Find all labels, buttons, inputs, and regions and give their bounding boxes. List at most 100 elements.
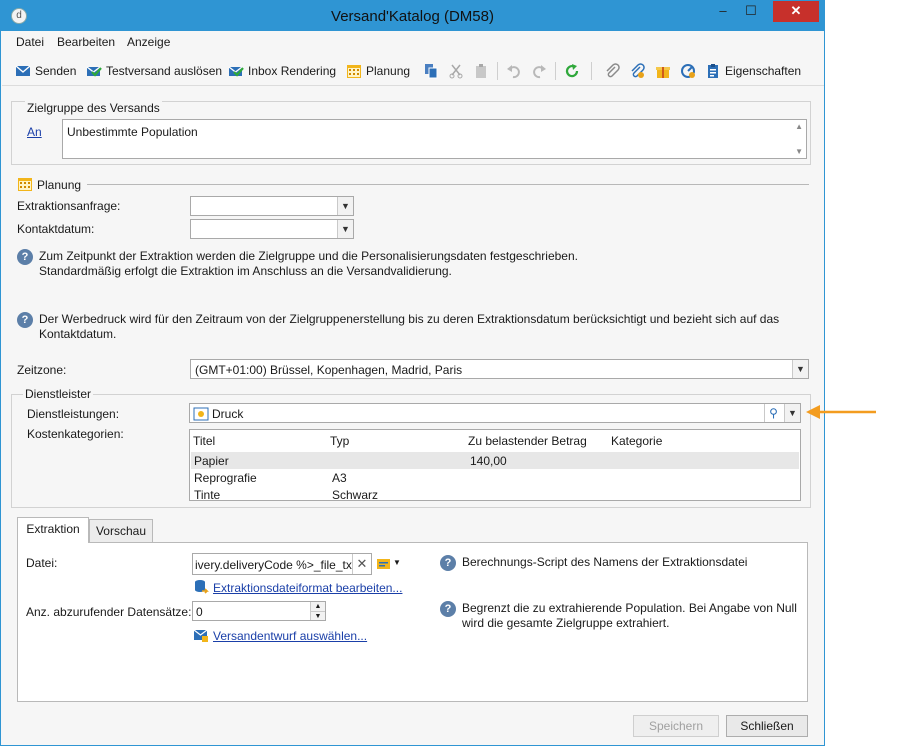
minimize-button[interactable]: –	[709, 1, 737, 22]
column-header-amount[interactable]: Zu belastender Betrag	[468, 434, 587, 448]
undo-button[interactable]	[506, 62, 526, 80]
clipboard-icon	[473, 63, 489, 79]
scroll-up-icon[interactable]: ▲	[795, 122, 803, 131]
refresh-button[interactable]	[564, 62, 584, 80]
clipboard-properties-icon	[705, 63, 721, 79]
planning-divider	[87, 184, 809, 185]
chevron-down-icon[interactable]: ▼	[337, 197, 353, 215]
tab-preview[interactable]: Vorschau	[89, 519, 153, 543]
contact-date-label: Kontaktdatum:	[17, 222, 95, 236]
menu-datei[interactable]: Datei	[16, 35, 44, 49]
spin-down-icon[interactable]: ▼	[310, 611, 325, 620]
timezone-combo[interactable]: (GMT+01:00) Brüssel, Kopenhagen, Madrid,…	[190, 359, 809, 379]
links-button[interactable]	[629, 62, 649, 80]
chevron-down-icon[interactable]: ▼	[792, 360, 808, 378]
expression-editor-icon[interactable]	[376, 556, 392, 572]
file-name-value: ivery.deliveryCode %>_file_txt	[195, 558, 356, 572]
proof-icon	[86, 63, 102, 79]
table-row[interactable]: Tinte Schwarz	[191, 486, 799, 503]
save-button[interactable]: Speichern	[633, 715, 719, 737]
cell-title: Papier	[194, 454, 229, 468]
table-row[interactable]: Papier 140,00	[191, 452, 799, 469]
services-combo[interactable]: Druck ⚲ ▼	[189, 403, 801, 423]
send-button[interactable]: Senden	[15, 62, 76, 80]
close-window-button[interactable]: ✕	[773, 1, 819, 22]
planning-button[interactable]: Planung	[346, 62, 410, 80]
population-field[interactable]: Unbestimmte Population ▲ ▼	[62, 119, 807, 159]
extraction-help-text: Zum Zeitpunkt der Extraktion werden die …	[39, 249, 799, 279]
search-icon[interactable]: ⚲	[764, 404, 782, 422]
toolbar-separator	[591, 62, 592, 80]
file-name-input[interactable]: ivery.deliveryCode %>_file_txt ✕	[192, 553, 372, 575]
help-icon: ?	[17, 249, 33, 265]
inbox-rendering-icon	[228, 63, 244, 79]
toolbar-separator	[555, 62, 556, 80]
close-button[interactable]: Schließen	[726, 715, 808, 737]
cell-type: Schwarz	[332, 488, 379, 502]
clear-icon[interactable]: ✕	[352, 554, 371, 574]
planning-title: Planung	[37, 178, 82, 192]
attachment-button[interactable]	[604, 62, 624, 80]
extraction-tab-panel: Datei: ivery.deliveryCode %>_file_txt ✕ …	[17, 542, 808, 702]
proof-label: Testversand auslösen	[106, 64, 223, 78]
maximize-button[interactable]: ☐	[737, 1, 765, 22]
menu-anzeige[interactable]: Anzeige	[127, 35, 170, 49]
cost-categories-label: Kostenkategorien:	[27, 427, 124, 441]
spin-up-icon[interactable]: ▲	[310, 602, 325, 611]
chevron-down-icon[interactable]: ▼	[337, 220, 353, 238]
help-line: Zum Zeitpunkt der Extraktion werden die …	[39, 249, 578, 263]
window-title: Versand'Katalog (DM58)	[331, 8, 494, 25]
proof-button[interactable]: Testversand auslösen	[86, 62, 222, 80]
scroll-down-icon[interactable]: ▼	[795, 147, 803, 156]
properties-button[interactable]: Eigenschaften	[705, 62, 801, 80]
help-line: Der Werbedruck wird für den Zeitraum von…	[39, 312, 780, 326]
paste-button[interactable]	[473, 62, 493, 80]
select-template-link[interactable]: Versandentwurf auswählen...	[213, 629, 367, 643]
column-header-type[interactable]: Typ	[330, 434, 349, 448]
cell-type: A3	[332, 471, 347, 485]
timezone-value: (GMT+01:00) Brüssel, Kopenhagen, Madrid,…	[195, 363, 463, 377]
chevron-down-icon[interactable]: ▼	[784, 404, 800, 422]
title-bar[interactable]: d Versand'Katalog (DM58) – ☐ ✕	[1, 1, 824, 31]
record-count-value: 0	[196, 605, 203, 619]
column-header-title[interactable]: Titel	[193, 434, 215, 448]
provider-title: Dienstleister	[23, 387, 94, 401]
planning-label: Planung	[366, 64, 411, 78]
chevron-down-icon[interactable]: ▼	[393, 558, 401, 567]
offers-button[interactable]	[655, 62, 675, 80]
population-text: Unbestimmte Population	[67, 125, 198, 139]
redo-button[interactable]	[531, 62, 551, 80]
toolbar-separator	[497, 62, 498, 80]
inbox-rendering-button[interactable]: Inbox Rendering	[228, 62, 336, 80]
services-value: Druck	[212, 407, 244, 421]
extraction-request-combo[interactable]: ▼	[190, 196, 354, 216]
contact-date-combo[interactable]: ▼	[190, 219, 354, 239]
copy-button[interactable]	[423, 62, 443, 80]
send-icon	[15, 63, 31, 79]
table-row[interactable]: Reprografie A3	[191, 469, 799, 486]
toolbar: Senden Testversand auslösen Inbox Render…	[2, 56, 824, 86]
print-service-icon	[193, 406, 209, 422]
edit-format-link[interactable]: Extraktionsdateiformat bearbeiten...	[213, 581, 402, 595]
timezone-label: Zeitzone:	[17, 363, 67, 377]
help-line: wird die gesamte Zielgruppe extrahiert.	[462, 616, 670, 630]
help-icon: ?	[440, 601, 456, 617]
cost-categories-table[interactable]: Titel Typ Zu belastender Betrag Kategori…	[189, 429, 801, 503]
cell-title: Tinte	[194, 488, 221, 502]
calendar-icon	[346, 63, 362, 79]
refresh-icon	[564, 63, 580, 79]
approval-button[interactable]	[680, 62, 700, 80]
record-count-input[interactable]: 0 ▲ ▼	[192, 601, 326, 621]
pressure-help-text: Der Werbedruck wird für den Zeitraum von…	[39, 312, 809, 342]
link-icon	[629, 63, 645, 79]
undo-icon	[506, 63, 522, 79]
properties-label: Eigenschaften	[725, 64, 802, 78]
cut-button[interactable]	[448, 62, 468, 80]
to-link[interactable]: An	[27, 125, 42, 139]
copy-icon	[423, 63, 439, 79]
column-header-category[interactable]: Kategorie	[611, 434, 662, 448]
inbox-rendering-label: Inbox Rendering	[248, 64, 337, 78]
tab-extraction[interactable]: Extraktion	[17, 517, 89, 543]
menu-bearbeiten[interactable]: Bearbeiten	[57, 35, 115, 49]
help-line: Kontaktdatum.	[39, 327, 117, 341]
